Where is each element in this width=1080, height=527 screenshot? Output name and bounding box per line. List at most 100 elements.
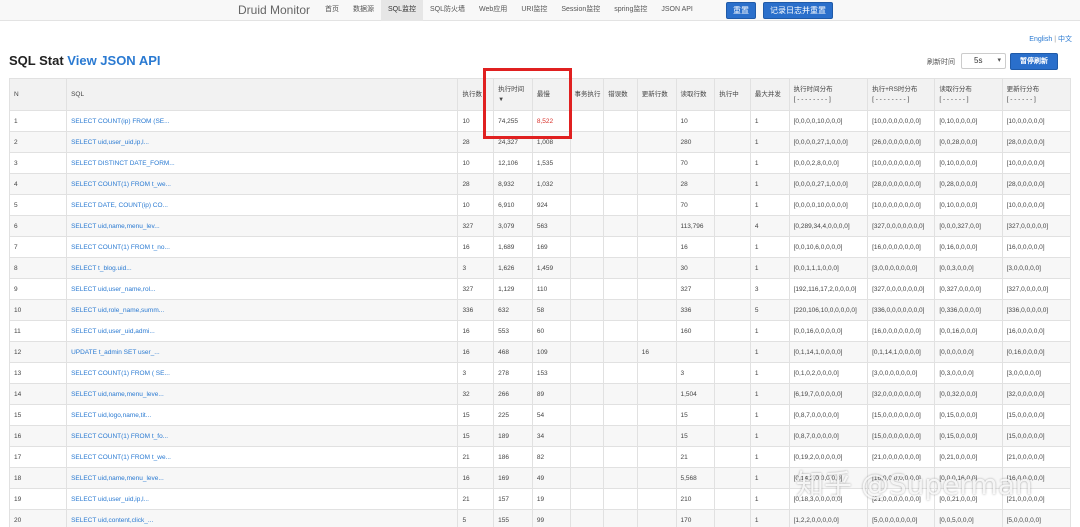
slowest-cell: 54 [531, 404, 571, 426]
lang-chinese-link[interactable]: 中文 [1058, 36, 1072, 43]
col-header-max-concurrent[interactable]: 最大并发 [749, 78, 790, 111]
sql-text-cell[interactable]: SELECT DISTINCT DATE_FORM... [66, 152, 459, 174]
nav-item-json-api[interactable]: JSON API [654, 0, 700, 21]
exec-time-dist-cell: [0,18,3,0,0,0,0,0] [788, 488, 869, 510]
slowest-cell: 82 [531, 446, 571, 468]
sql-text-cell[interactable]: SELECT uid,name,menu_lev... [66, 215, 459, 237]
col-header-n[interactable]: N [8, 78, 68, 111]
exec-time-dist-cell: [0,8,7,0,0,0,0,0] [788, 404, 869, 426]
sql-text-cell[interactable]: SELECT uid,name,menu_leve... [66, 383, 459, 405]
col-header-fetch-rows-dist[interactable]: 读取行分布 [ - - - - - - ] [934, 78, 1003, 111]
nav-menu: 首页 数据源 SQL监控 SQL防火墙 Web应用 URI监控 Session监… [318, 0, 700, 21]
exec-time-cell: 1,689 [493, 236, 533, 258]
pause-refresh-button[interactable]: 暂停刷新 [1010, 53, 1058, 70]
exec-time-dist-cell: [0,1,14,1,0,0,0,0] [788, 341, 869, 363]
fetch-rows-cell [675, 341, 716, 363]
nav-item-datasource[interactable]: 数据源 [346, 0, 381, 21]
sql-text-cell[interactable]: SELECT COUNT(1) FROM ( SE... [66, 362, 459, 384]
nav-item-session-monitor[interactable]: Session监控 [554, 0, 607, 21]
txn-exec-cell [569, 278, 605, 300]
sql-text-cell[interactable]: SELECT uid,user_uid,ip,l... [66, 488, 459, 510]
sql-text-cell[interactable]: UPDATE t_admin SET user_... [66, 341, 459, 363]
running-cell [714, 131, 751, 153]
sql-text-cell[interactable]: SELECT uid,user_name,rol... [66, 278, 459, 300]
update-rows-dist-cell: [10,0,0,0,0,0] [1001, 194, 1072, 216]
sql-text-cell[interactable]: SELECT uid,name,menu_leve... [66, 467, 459, 489]
sql-text-cell[interactable]: SELECT uid,user_uid,ip,l... [66, 131, 459, 153]
slowest-cell: 153 [531, 362, 571, 384]
sql-text-cell[interactable]: SELECT uid,role_name,summ... [66, 299, 459, 321]
max-concurrent-cell: 1 [749, 467, 790, 489]
col-header-exec-time[interactable]: 执行时间 ▼ [493, 78, 533, 111]
col-header-exec-time-dist[interactable]: 执行时间分布 [ - - - - - - - - ] [788, 78, 869, 111]
exec-count-cell: 28 [457, 131, 495, 153]
sql-text-cell[interactable]: SELECT uid,logo,name,tit... [66, 404, 459, 426]
row-number-cell: 12 [8, 341, 68, 363]
update-rows-cell [636, 362, 677, 384]
nav-item-uri-monitor[interactable]: URI监控 [514, 0, 554, 21]
update-rows-cell [636, 278, 677, 300]
col-header-update-rows[interactable]: 更新行数 [636, 78, 677, 111]
fetch-rows-dist-cell: [0,0,21,0,0,0] [934, 488, 1003, 510]
table-row: 15 SELECT uid,logo,name,tit... 15 225 54 15 1[… [8, 404, 1072, 426]
nav-item-web-app[interactable]: Web应用 [472, 0, 514, 21]
brand-title[interactable]: Druid Monitor [238, 3, 310, 17]
exec-rs-dist-cell: [0,1,14,1,0,0,0,0] [867, 341, 936, 363]
running-cell [714, 404, 751, 426]
lang-english-link[interactable]: English [1029, 36, 1052, 43]
exec-time-dist-cell: [0,1,0,2,0,0,0,0] [788, 362, 869, 384]
update-rows-cell [636, 467, 677, 489]
log-and-reset-button[interactable]: 记录日志并重置 [763, 2, 833, 19]
sql-text-cell[interactable]: SELECT COUNT(ip) FROM (SE... [66, 110, 459, 132]
exec-time-dist-cell: [6,19,7,0,0,0,0,0] [788, 383, 869, 405]
col-header-exec-rs-dist[interactable]: 执行+RS时分布 [ - - - - - - - - ] [867, 78, 936, 111]
sql-text-cell[interactable]: SELECT COUNT(1) FROM t_we... [66, 446, 459, 468]
col-header-txn-exec[interactable]: 事务执行 [569, 78, 605, 111]
max-concurrent-cell: 3 [749, 278, 790, 300]
table-row: 18 SELECT uid,name,menu_leve... 16 169 49 5,5… [8, 467, 1072, 489]
col-header-exec-count[interactable]: 执行数 [457, 78, 495, 111]
reset-button[interactable]: 重置 [726, 2, 756, 19]
update-rows-cell [636, 236, 677, 258]
max-concurrent-cell: 1 [749, 509, 790, 527]
col-header-running[interactable]: 执行中 [714, 78, 751, 111]
nav-item-spring-monitor[interactable]: spring监控 [607, 0, 654, 21]
exec-time-cell: 24,327 [493, 131, 533, 153]
errors-cell [603, 299, 638, 321]
view-json-api-link[interactable]: View JSON API [67, 53, 160, 68]
col-header-errors[interactable]: 错误数 [603, 78, 638, 111]
errors-cell [603, 467, 638, 489]
nav-item-sql-firewall[interactable]: SQL防火墙 [423, 0, 472, 21]
sql-text-cell[interactable]: SELECT DATE, COUNT(ip) CO... [66, 194, 459, 216]
col-header-slowest[interactable]: 最慢 [531, 78, 571, 111]
errors-cell [603, 320, 638, 342]
col-header-update-rows-dist[interactable]: 更新行分布 [ - - - - - - ] [1001, 78, 1072, 111]
txn-exec-cell [569, 341, 605, 363]
exec-rs-dist-cell: [16,0,0,0,0,0,0,0] [867, 320, 936, 342]
sql-text-cell[interactable]: SELECT COUNT(1) FROM t_we... [66, 173, 459, 195]
running-cell [714, 278, 751, 300]
nav-item-sql-monitor[interactable]: SQL监控 [381, 0, 424, 21]
running-cell [714, 341, 751, 363]
exec-time-dist-cell: [0,289,34,4,0,0,0,0] [788, 215, 869, 237]
sql-text-cell[interactable]: SELECT t_blog.uid... [66, 257, 459, 279]
txn-exec-cell [569, 194, 605, 216]
refresh-interval-select[interactable]: 5s ▾ [961, 53, 1006, 69]
update-rows-dist-cell: [21,0,0,0,0,0] [1001, 446, 1072, 468]
fetch-rows-dist-cell: [0,336,0,0,0,0] [934, 299, 1003, 321]
errors-cell [603, 194, 638, 216]
exec-count-cell: 5 [457, 509, 495, 527]
update-rows-cell [636, 173, 677, 195]
running-cell [714, 110, 751, 132]
update-rows-dist-cell: [16,0,0,0,0,0] [1001, 467, 1072, 489]
col-header-sql[interactable]: SQL [66, 78, 459, 111]
sql-text-cell[interactable]: SELECT COUNT(1) FROM t_fo... [66, 425, 459, 447]
sql-text-cell[interactable]: SELECT uid,content,click_... [66, 509, 459, 527]
col-header-fetch-rows[interactable]: 读取行数 [675, 78, 716, 111]
sql-text-cell[interactable]: SELECT uid,user_uid,admi... [66, 320, 459, 342]
fetch-rows-cell: 28 [675, 173, 716, 195]
txn-exec-cell [569, 467, 605, 489]
sql-text-cell[interactable]: SELECT COUNT(1) FROM t_no... [66, 236, 459, 258]
exec-rs-dist-cell: [3,0,0,0,0,0,0,0] [867, 257, 936, 279]
nav-item-home[interactable]: 首页 [318, 0, 346, 21]
